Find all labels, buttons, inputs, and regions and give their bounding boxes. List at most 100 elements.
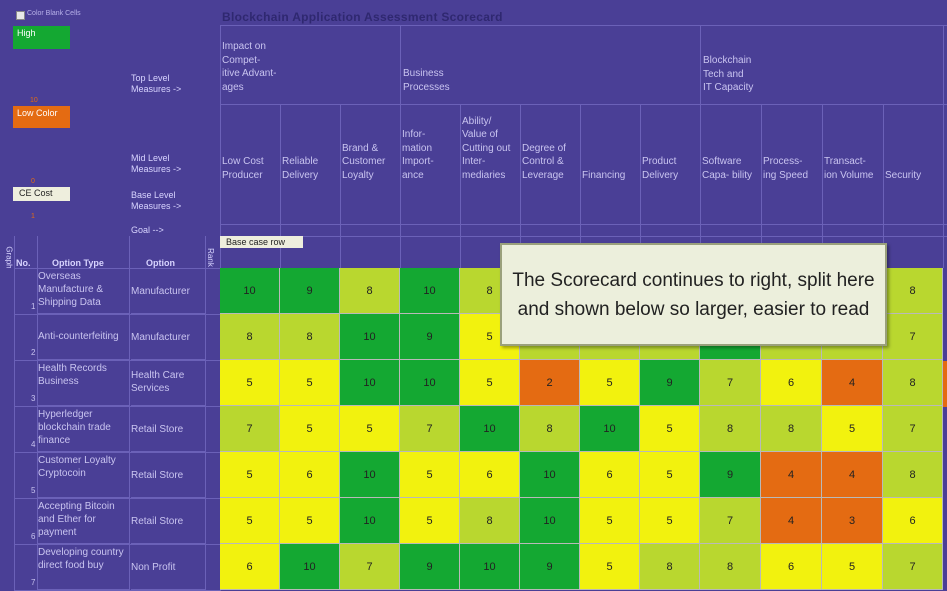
score-cell[interactable]: 10: [460, 406, 520, 452]
score-cell[interactable]: 5: [640, 498, 700, 544]
score-cell[interactable]: 8: [700, 406, 761, 452]
score-cell[interactable]: 5: [280, 406, 340, 452]
score-cell[interactable]: 8: [883, 360, 943, 406]
graph-column-header: Graph: [4, 246, 14, 269]
row-option: Manufacturer: [131, 314, 205, 360]
mid-measure-header: Degree of Control & Leverage: [522, 142, 566, 181]
row-option-type: Accepting Bitcoin and Ether for payment: [38, 498, 130, 544]
mid-measure-header: Software Capa- bility: [702, 156, 753, 181]
score-cell[interactable]: 5: [580, 360, 640, 406]
high-color-swatch[interactable]: High: [13, 26, 70, 49]
score-cell[interactable]: 5: [220, 452, 280, 498]
split-note-text: The Scorecard continues to right, split …: [512, 269, 875, 320]
score-cell[interactable]: 5: [400, 452, 460, 498]
column-divider: [460, 104, 461, 268]
score-cell[interactable]: 10: [460, 544, 520, 590]
base-case-row-label[interactable]: Base case row: [220, 236, 303, 248]
score-cell[interactable]: 7: [220, 406, 280, 452]
score-cell[interactable]: 7: [883, 544, 943, 590]
score-cell[interactable]: 7: [700, 360, 761, 406]
zero-value: 0: [31, 178, 35, 185]
score-cell[interactable]: 10: [400, 360, 460, 406]
low-color-swatch[interactable]: Low Color: [13, 106, 70, 128]
score-cell[interactable]: 4: [822, 360, 883, 406]
score-cell[interactable]: 8: [640, 544, 700, 590]
score-cell[interactable]: 9: [700, 452, 761, 498]
score-cell[interactable]: 6: [883, 498, 943, 544]
score-cell[interactable]: 8: [761, 406, 822, 452]
score-cell[interactable]: 10: [220, 268, 280, 314]
score-cell[interactable]: 8: [220, 314, 280, 360]
score-cell[interactable]: 5: [460, 360, 520, 406]
color-blank-cells-checkbox[interactable]: [16, 11, 25, 20]
score-cell[interactable]: 5: [580, 544, 640, 590]
score-cell[interactable]: 8: [883, 268, 943, 314]
row-number: 1: [31, 302, 36, 311]
goal-line: [220, 236, 947, 237]
score-cell[interactable]: 2: [520, 360, 580, 406]
row-number: 4: [31, 440, 36, 449]
score-cell[interactable]: 8: [340, 268, 400, 314]
score-cell[interactable]: 4: [761, 498, 822, 544]
row-number: 5: [31, 486, 36, 495]
mid-measure-header: Product Delivery: [642, 156, 679, 181]
score-cell[interactable]: 8: [700, 544, 761, 590]
score-cell[interactable]: 9: [400, 544, 460, 590]
score-cell[interactable]: 6: [761, 544, 822, 590]
score-cell[interactable]: 10: [580, 406, 640, 452]
top-measure-business: Business Processes: [403, 68, 450, 93]
score-cell[interactable]: 8: [883, 452, 943, 498]
row-option-type: Health Records Business: [38, 360, 130, 406]
score-cell[interactable]: 9: [520, 544, 580, 590]
score-cell[interactable]: 3: [822, 498, 883, 544]
score-cell[interactable]: 5: [580, 498, 640, 544]
score-cell[interactable]: 6: [220, 544, 280, 590]
score-cell[interactable]: 7: [700, 498, 761, 544]
rank-column-header: Rank: [205, 248, 215, 267]
row-option: Retail Store: [131, 498, 205, 544]
score-cell[interactable]: 10: [340, 314, 400, 360]
score-cell[interactable]: 7: [883, 406, 943, 452]
score-cell[interactable]: 5: [340, 406, 400, 452]
score-cell[interactable]: 9: [640, 360, 700, 406]
ce-cost-swatch[interactable]: CE Cost: [13, 187, 70, 201]
score-cell[interactable]: 8: [460, 498, 520, 544]
score-cell[interactable]: 8: [280, 314, 340, 360]
score-cell[interactable]: 4: [761, 452, 822, 498]
header-mid-line: [220, 104, 947, 105]
column-divider: [400, 25, 401, 268]
score-cell[interactable]: 5: [640, 452, 700, 498]
score-cell[interactable]: 9: [280, 268, 340, 314]
score-cell[interactable]: 7: [340, 544, 400, 590]
score-cell[interactable]: 5: [640, 406, 700, 452]
score-cell[interactable]: 9: [400, 314, 460, 360]
table-line-1: [14, 236, 15, 591]
score-cell[interactable]: 5: [220, 360, 280, 406]
score-cell[interactable]: 10: [520, 498, 580, 544]
score-cell[interactable]: 5: [822, 406, 883, 452]
score-cell[interactable]: 8: [520, 406, 580, 452]
score-cell[interactable]: 5: [280, 360, 340, 406]
score-cell[interactable]: 10: [280, 544, 340, 590]
score-cell[interactable]: 5: [400, 498, 460, 544]
score-cell[interactable]: 5: [822, 544, 883, 590]
score-cell[interactable]: 6: [280, 452, 340, 498]
score-cell[interactable]: 6: [580, 452, 640, 498]
score-cell[interactable]: 10: [340, 452, 400, 498]
score-cell[interactable]: 10: [340, 498, 400, 544]
score-cell[interactable]: 10: [520, 452, 580, 498]
score-cell[interactable]: 6: [460, 452, 520, 498]
score-cell[interactable]: 10: [340, 360, 400, 406]
row-number: 3: [31, 394, 36, 403]
base-level-measures-label: Base Level Measures ->: [131, 190, 182, 211]
score-cell[interactable]: 5: [220, 498, 280, 544]
color-blank-cells-label: Color Blank Cells: [27, 10, 81, 17]
score-cell[interactable]: 10: [400, 268, 460, 314]
score-cell[interactable]: 7: [883, 314, 943, 360]
row-option-type: Hyperledger blockchain trade finance: [38, 406, 130, 452]
score-cell[interactable]: 7: [400, 406, 460, 452]
score-cell[interactable]: 4: [822, 452, 883, 498]
score-cell[interactable]: 6: [761, 360, 822, 406]
row-option-type: Anti-counterfeiting: [38, 314, 130, 360]
score-cell[interactable]: 5: [280, 498, 340, 544]
